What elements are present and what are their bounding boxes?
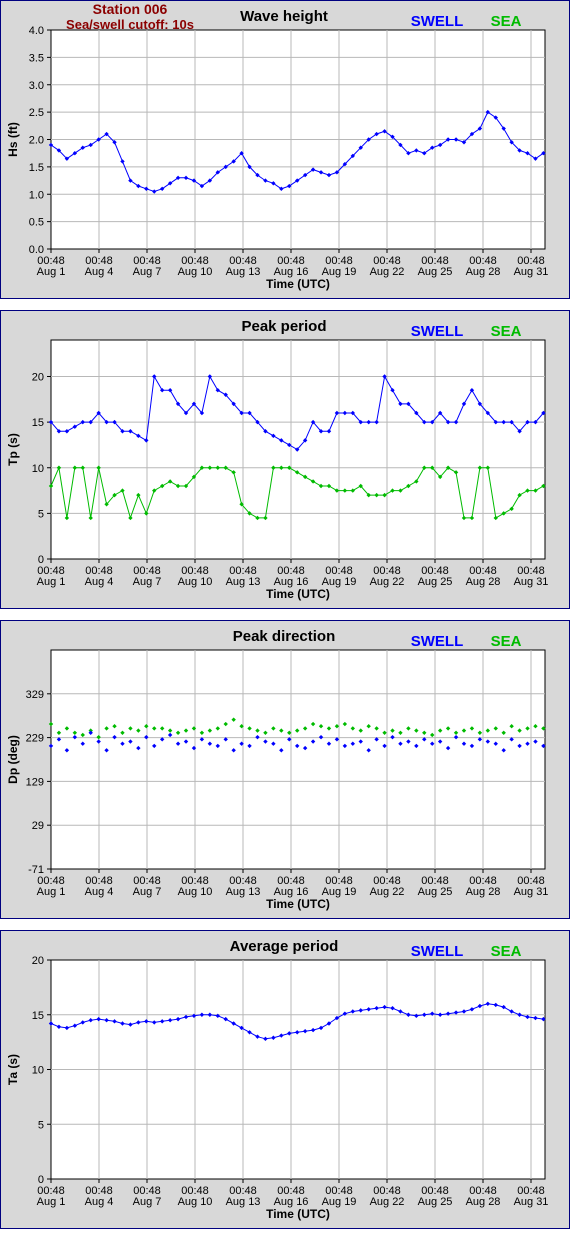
x-tick-date-label: Aug 28: [466, 886, 501, 898]
y-tick-label: 29: [32, 820, 44, 832]
y-tick-label: 1.0: [29, 189, 44, 201]
y-tick-label: 5: [38, 508, 44, 520]
y-tick-label: 10: [32, 1065, 44, 1077]
x-tick-date-label: Aug 13: [226, 576, 261, 588]
x-tick-date-label: Aug 7: [133, 576, 162, 588]
y-tick-label: 129: [26, 776, 44, 788]
x-tick-date-label: Aug 22: [370, 886, 405, 898]
x-tick-date-label: Aug 25: [418, 1196, 453, 1208]
legend-swell: SWELL: [411, 943, 464, 960]
x-tick-date-label: Aug 4: [85, 1196, 114, 1208]
x-tick-date-label: Aug 28: [466, 576, 501, 588]
legend-swell: SWELL: [411, 13, 464, 30]
x-tick-date-label: Aug 13: [226, 1196, 261, 1208]
x-tick-date-label: Aug 28: [466, 266, 501, 278]
chart-title: Peak period: [241, 318, 326, 335]
sea-swell-cutoff: Sea/swell cutoff: 10s: [66, 17, 194, 32]
x-tick-date-label: Aug 4: [85, 266, 114, 278]
x-tick-date-label: Aug 31: [514, 886, 549, 898]
x-tick-date-label: Aug 7: [133, 1196, 162, 1208]
y-tick-label: 5: [38, 1119, 44, 1131]
x-tick-date-label: Aug 13: [226, 886, 261, 898]
legend-sea: SEA: [491, 13, 522, 30]
x-tick-date-label: Aug 10: [178, 576, 213, 588]
x-tick-date-label: Aug 10: [178, 266, 213, 278]
x-tick-date-label: Aug 25: [418, 576, 453, 588]
x-tick-date-label: Aug 13: [226, 266, 261, 278]
y-tick-label: 2.5: [29, 107, 44, 119]
chart-title: Peak direction: [233, 628, 336, 645]
chart-svg: 0510152000:48Aug 100:48Aug 400:48Aug 700…: [0, 310, 570, 609]
y-tick-label: 229: [26, 733, 44, 745]
x-tick-date-label: Aug 4: [85, 576, 114, 588]
x-tick-date-label: Aug 25: [418, 266, 453, 278]
legend-sea: SEA: [491, 943, 522, 960]
y-tick-label: 3.5: [29, 52, 44, 64]
x-tick-date-label: Aug 1: [37, 576, 66, 588]
x-tick-date-label: Aug 1: [37, 266, 66, 278]
y-tick-label: 15: [32, 417, 44, 429]
x-tick-date-label: Aug 10: [178, 1196, 213, 1208]
x-tick-date-label: Aug 1: [37, 886, 66, 898]
chart-title: Wave height: [240, 8, 328, 25]
average-period-chart: 0 5 10 15 20 00:48 Aug 1 00:48 Aug 4 00:48 Aug 7 00…: [0, 930, 570, 1230]
x-tick-date-label: Aug 31: [514, 266, 549, 278]
chart-svg: 0510152000:48Aug 100:48Aug 400:48Aug 700…: [0, 930, 570, 1229]
x-tick-date-label: Aug 25: [418, 886, 453, 898]
legend-sea: SEA: [491, 323, 522, 340]
y-tick-label: 4.0: [29, 25, 44, 37]
wave-height-chart: 0.0 0.5 1.0 1.5 2.0 2.5 3.0 3.5 4.0 00:48 Aug 1 00:…: [0, 0, 570, 300]
y-tick-label: 3.0: [29, 80, 44, 92]
x-axis-label: Time (UTC): [266, 277, 330, 291]
y-tick-label: 0.5: [29, 217, 44, 229]
x-tick-date-label: Aug 22: [370, 1196, 405, 1208]
y-tick-label: 2.0: [29, 135, 44, 147]
x-tick-date-label: Aug 22: [370, 576, 405, 588]
y-tick-label: 20: [32, 372, 44, 384]
station-name: Station 006: [93, 1, 168, 17]
y-tick-label: 15: [32, 1010, 44, 1022]
x-tick-date-label: Aug 31: [514, 1196, 549, 1208]
x-tick-date-label: Aug 10: [178, 886, 213, 898]
x-axis-label: Time (UTC): [266, 897, 330, 911]
legend-swell: SWELL: [411, 633, 464, 650]
y-axis-label: Dp (deg): [6, 735, 20, 784]
x-tick-date-label: Aug 22: [370, 266, 405, 278]
legend-swell: SWELL: [411, 323, 464, 340]
chart-svg: -712912922932900:48Aug 100:48Aug 400:48A…: [0, 620, 570, 919]
peak-period-chart: 0 5 10 15 20 00:48 Aug 1 00:48 Aug 4 00:48 Aug 7 00…: [0, 310, 570, 610]
y-tick-label: 329: [26, 689, 44, 701]
x-tick-date-label: Aug 7: [133, 266, 162, 278]
x-tick-date-label: Aug 31: [514, 576, 549, 588]
x-axis-label: Time (UTC): [266, 587, 330, 601]
chart-title: Average period: [230, 938, 339, 955]
plot-area: [50, 649, 546, 870]
legend-sea: SEA: [491, 633, 522, 650]
y-axis-label: Ta (s): [6, 1054, 20, 1085]
peak-direction-chart: -71 29 129 229 329 00:48 Aug 1 00:48 Aug 4 00:48 A…: [0, 620, 570, 920]
y-tick-label: 20: [32, 955, 44, 967]
x-tick-date-label: Aug 4: [85, 886, 114, 898]
y-axis-label: Hs (ft): [6, 122, 20, 157]
x-tick-date-label: Aug 7: [133, 886, 162, 898]
y-axis-label: Tp (s): [6, 433, 20, 466]
x-tick-date-label: Aug 1: [37, 1196, 66, 1208]
y-tick-label: 10: [32, 463, 44, 475]
x-axis-label: Time (UTC): [266, 1207, 330, 1221]
chart-svg: 0.00.51.01.52.02.53.03.54.000:48Aug 100:…: [0, 0, 570, 299]
x-tick-date-label: Aug 28: [466, 1196, 501, 1208]
y-tick-label: 1.5: [29, 162, 44, 174]
